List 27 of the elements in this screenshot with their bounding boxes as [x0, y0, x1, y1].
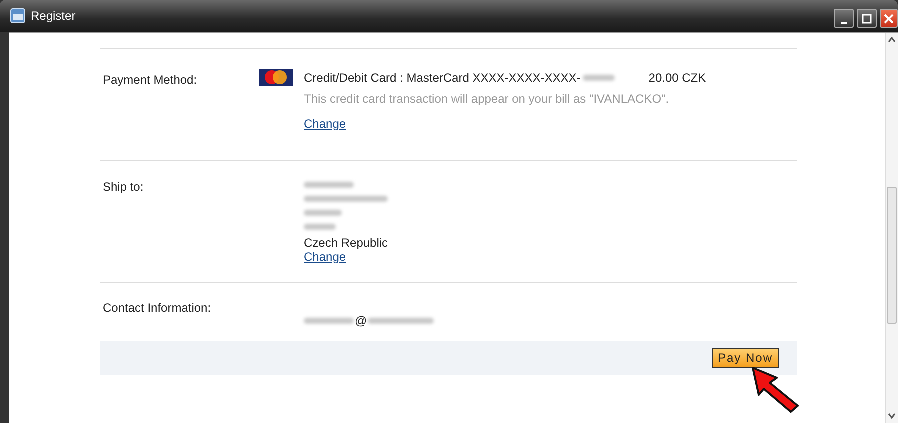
maximize-button[interactable] [857, 9, 877, 28]
scroll-down-icon[interactable] [888, 413, 896, 419]
field-label: Ship to: [102, 180, 145, 196]
field-label: Contact Information: [102, 301, 212, 317]
maximize-icon [862, 14, 872, 24]
redacted-number [582, 74, 615, 80]
card-details: Credit/Debit Card : MasterCard XXXX-XXXX-XXXX- [304, 70, 581, 84]
change-link[interactable]: Change [304, 117, 346, 131]
scrollbar[interactable] [885, 33, 898, 423]
country: Czech Republic [304, 236, 388, 250]
card-logo-icon [259, 69, 293, 86]
email-at: @ [355, 314, 368, 328]
close-icon [884, 14, 894, 24]
minimize-button[interactable] [834, 9, 854, 28]
minimize-icon [841, 22, 847, 24]
scroll-up-icon[interactable] [888, 37, 896, 43]
redacted-email [304, 318, 354, 324]
amount: 20.00 CZK [648, 70, 706, 84]
redacted-email [368, 318, 434, 324]
pay-now-button[interactable]: Pay Now [712, 348, 779, 368]
billing-note: This credit card transaction will appear on your bill as "IVANLACKO". [304, 92, 670, 106]
change-link[interactable]: Change [304, 250, 346, 264]
field-label: Payment Method: [102, 73, 198, 89]
close-button[interactable] [880, 9, 898, 28]
window-title: Register [31, 9, 76, 23]
pointer-arrow-icon [751, 366, 801, 414]
app-icon [10, 8, 26, 24]
